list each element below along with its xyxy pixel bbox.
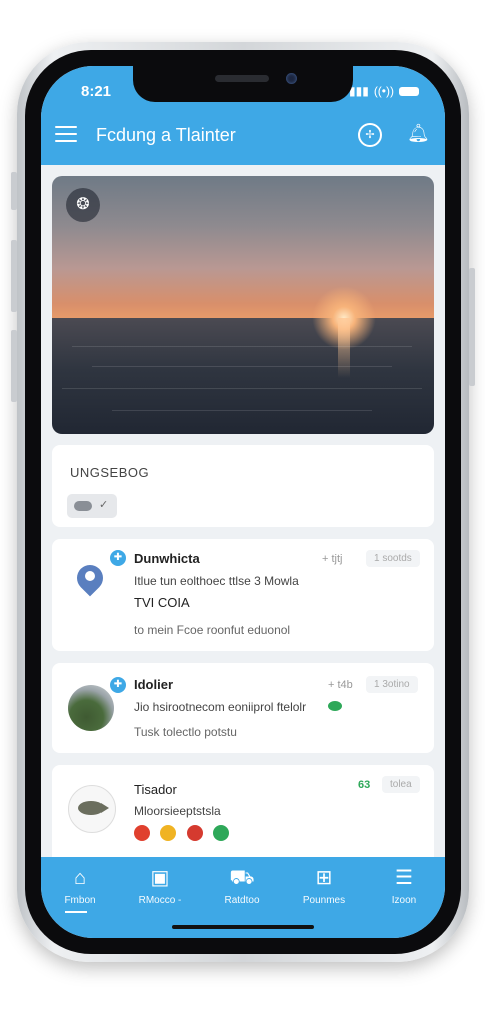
nav-grid[interactable]: ⊞ Pounmes xyxy=(289,865,359,906)
status-icon-row xyxy=(134,825,235,846)
list-item[interactable]: ✚ Idolier Jio hsirootnecom eoniiprol fte… xyxy=(52,663,434,753)
list-item[interactable]: Tisador Mloorsieeptstsla 63 tolea xyxy=(52,765,434,857)
item-footer: Tusk tolectlo potstu xyxy=(134,725,237,739)
nav-docs[interactable]: ▣ RMocco - xyxy=(125,865,195,906)
item-chip[interactable]: 1 sootds xyxy=(366,550,420,567)
chevron-down-icon: ✓ xyxy=(99,499,109,511)
item-title: Idolier xyxy=(134,677,174,692)
power-button xyxy=(469,268,475,386)
nav-label: Ratdtoo xyxy=(224,895,260,906)
item-chip[interactable]: 1 3otino xyxy=(366,676,418,693)
item-title: Dunwhicta xyxy=(134,551,200,566)
nav-label: Pounmes xyxy=(302,895,346,906)
home-icon: ⌂ xyxy=(73,867,87,889)
globe-icon[interactable]: ✢ xyxy=(358,123,382,147)
volume-down-button xyxy=(11,330,17,402)
flower-icon xyxy=(186,825,203,841)
grid-icon: ⊞ xyxy=(315,867,333,889)
hamburger-menu-icon[interactable] xyxy=(55,126,77,147)
info-badge-icon: ✚ xyxy=(110,677,126,693)
camera-icon[interactable]: ❂ xyxy=(66,188,100,222)
status-icons: ▮▮▮ ((•)) xyxy=(349,84,419,98)
nav-label: RMocco - xyxy=(138,895,182,906)
info-badge-icon: ✚ xyxy=(110,550,126,566)
hero-image[interactable]: ❂ xyxy=(52,176,434,434)
nav-home[interactable]: ⌂ Fmbon xyxy=(45,865,115,906)
nav-menu[interactable]: ☰ Izoon xyxy=(369,865,439,906)
item-text: Itlue tun eolthoec ttlse 3 Mowla xyxy=(134,574,299,588)
menu-icon: ☰ xyxy=(395,867,413,889)
list-item[interactable]: ✚ Dunwhicta Itlue tun eolthoec ttlse 3 M… xyxy=(52,539,434,651)
location-pin-icon xyxy=(76,563,104,597)
main-content[interactable]: ❂ UNGSEBOG ✓ ✚ Dunwhicta Itlue tun eolth… xyxy=(41,165,445,857)
leaf-icon xyxy=(213,825,230,841)
item-meta: 63 xyxy=(358,779,371,791)
notch xyxy=(133,66,353,102)
nav-label: Fmbon xyxy=(64,895,96,906)
toggle-dropdown[interactable]: ✓ xyxy=(67,494,117,518)
item-footer: to mein Fcoe roonfut eduonol xyxy=(134,623,291,637)
nav-label: Izoon xyxy=(391,895,417,906)
tomato-icon xyxy=(134,825,150,841)
item-title: Tisador xyxy=(134,782,177,797)
status-time: 8:21 xyxy=(81,83,112,100)
item-chip[interactable]: tolea xyxy=(382,776,420,793)
fish-icon xyxy=(68,785,116,833)
item-text: Mloorsieeptstsla xyxy=(134,804,221,818)
battery-icon xyxy=(399,86,419,96)
avatar xyxy=(68,685,114,731)
bell-icon[interactable]: 🔔︎ xyxy=(407,123,430,144)
home-indicator[interactable] xyxy=(172,925,314,929)
volume-up-button xyxy=(11,240,17,312)
mute-switch xyxy=(11,172,17,210)
page-title: Fcdung a Tlainter xyxy=(96,125,236,145)
wifi-icon: ((•)) xyxy=(373,84,394,98)
screen: 8:21 ▮▮▮ ((•)) Fcdung a Tlainter ✢ 🔔︎ ❂ xyxy=(41,66,445,938)
doc-icon: ▣ xyxy=(150,867,170,889)
item-meta: + tjtj xyxy=(322,553,343,565)
car-icon: ⛟ xyxy=(229,867,255,889)
item-meta: + t4b xyxy=(328,679,353,691)
nav-active-indicator xyxy=(65,911,87,913)
item-subtitle: TVI COIA xyxy=(134,595,190,610)
speaker xyxy=(215,75,269,82)
sun-icon xyxy=(160,825,177,841)
leaf-icon xyxy=(328,701,342,711)
nav-trips[interactable]: ⛟ Ratdtoo xyxy=(207,865,277,906)
item-text: Jio hsirootnecom eoniiprol ftelolr xyxy=(134,700,307,714)
info-title: UNGSEBOG xyxy=(70,465,150,480)
front-camera xyxy=(286,73,297,84)
info-card[interactable]: UNGSEBOG ✓ xyxy=(52,445,434,527)
